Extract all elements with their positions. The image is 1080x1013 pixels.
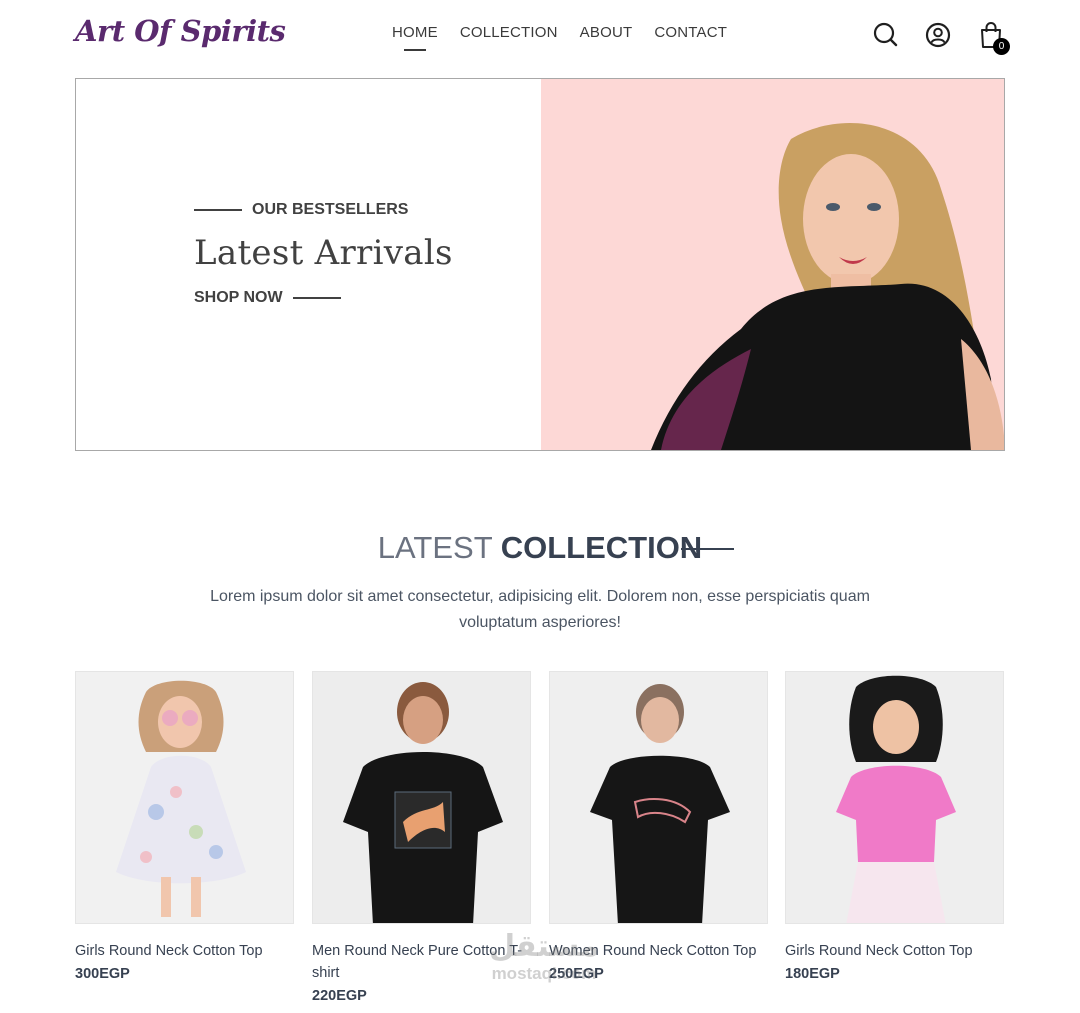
collection-description: Lorem ipsum dolor sit amet consectetur, … bbox=[210, 588, 870, 631]
hero-text: OUR BESTSELLERS Latest Arrivals SHOP NOW bbox=[194, 201, 453, 307]
watermark-latin: mostaql.com bbox=[491, 964, 597, 983]
hero-title: Latest Arrivals bbox=[194, 233, 453, 273]
hero-eyebrow: OUR BESTSELLERS bbox=[194, 201, 453, 219]
eyebrow-label: OUR BESTSELLERS bbox=[252, 201, 409, 218]
product-price: 180EGP bbox=[785, 966, 840, 982]
collection-title: LATEST COLLECTION bbox=[0, 530, 1080, 566]
product-name[interactable]: Girls Round Neck Cotton Top bbox=[75, 940, 294, 962]
title-bold: COLLECTION bbox=[500, 530, 703, 565]
product-image[interactable] bbox=[75, 671, 294, 924]
site-logo[interactable]: Art Of Spirits bbox=[75, 14, 286, 48]
product-card[interactable]: Girls Round Neck Cotton Top 300EGP bbox=[75, 671, 294, 982]
nav-home[interactable]: HOME bbox=[392, 24, 438, 51]
watermark: مستقل mostaql.com bbox=[474, 930, 614, 984]
title-light: LATEST bbox=[377, 530, 493, 565]
product-image[interactable] bbox=[785, 671, 1004, 924]
user-icon[interactable] bbox=[923, 20, 953, 50]
product-image[interactable] bbox=[312, 671, 531, 924]
hero-image bbox=[541, 79, 1004, 450]
shop-now-link[interactable]: SHOP NOW bbox=[194, 289, 453, 307]
girl-pink-top-illustration bbox=[786, 672, 1003, 923]
nav-about[interactable]: ABOUT bbox=[580, 24, 633, 41]
title-divider-line bbox=[681, 548, 734, 550]
main-nav: HOME COLLECTION ABOUT CONTACT bbox=[392, 24, 727, 51]
nav-collection[interactable]: COLLECTION bbox=[460, 24, 558, 41]
hero-banner: OUR BESTSELLERS Latest Arrivals SHOP NOW bbox=[75, 78, 1005, 451]
shop-now-label: SHOP NOW bbox=[194, 289, 283, 306]
shop-now-line bbox=[292, 297, 341, 299]
product-name[interactable]: Girls Round Neck Cotton Top bbox=[785, 940, 1004, 962]
product-card[interactable]: Girls Round Neck Cotton Top 180EGP bbox=[785, 671, 1004, 982]
cart-count-badge: 0 bbox=[993, 38, 1010, 55]
watermark-arabic: مستقل bbox=[489, 930, 599, 963]
product-price: 220EGP bbox=[312, 988, 367, 1004]
product-image[interactable] bbox=[549, 671, 768, 924]
model-illustration bbox=[541, 79, 1004, 450]
search-icon[interactable] bbox=[871, 20, 901, 50]
product-price: 300EGP bbox=[75, 966, 130, 982]
nav-contact[interactable]: CONTACT bbox=[654, 24, 727, 41]
woman-tshirt-illustration bbox=[550, 672, 767, 923]
eyebrow-line bbox=[194, 209, 242, 211]
man-tshirt-illustration bbox=[313, 672, 530, 923]
site-header: Art Of Spirits HOME COLLECTION ABOUT CON… bbox=[0, 0, 1080, 72]
girl-dress-illustration bbox=[76, 672, 293, 923]
